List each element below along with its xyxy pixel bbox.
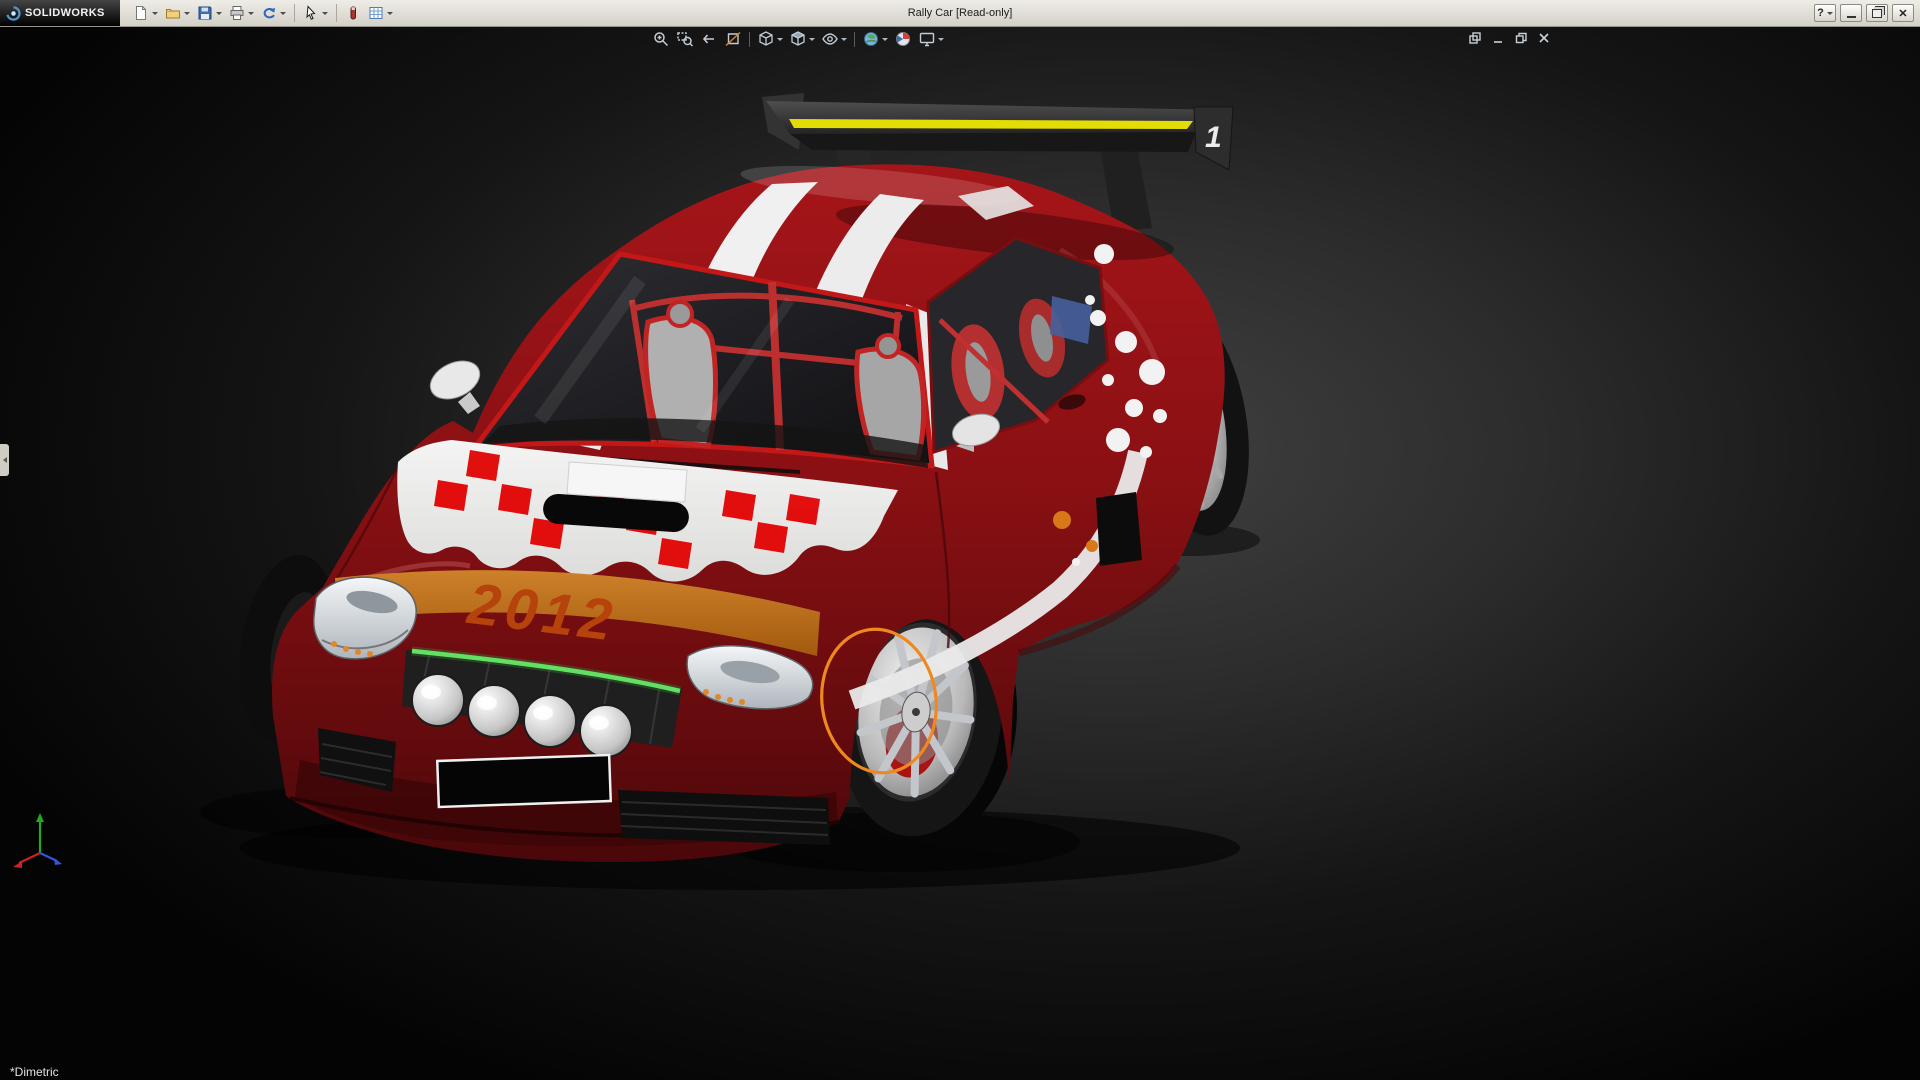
print-icon: [229, 5, 245, 21]
minimize-button[interactable]: [1840, 4, 1862, 22]
document-title-text: Rally Car [Read-only]: [908, 7, 1013, 19]
main-toolbar: [130, 3, 396, 23]
view-settings-icon: [918, 30, 936, 48]
close-icon: ✕: [1898, 7, 1907, 20]
close-button[interactable]: ✕: [1892, 4, 1914, 22]
options-sheet-icon: [368, 5, 384, 21]
dropdown-arrow-icon[interactable]: [248, 12, 254, 15]
previous-view-icon: [700, 30, 718, 48]
collapse-arrow-icon: [3, 457, 7, 463]
hide-show-items-button[interactable]: [819, 29, 849, 49]
dropdown-arrow-icon[interactable]: [882, 38, 888, 41]
help-label: ?: [1817, 7, 1824, 19]
toolbar-separator: [854, 32, 855, 47]
minimize-icon: [1847, 9, 1856, 18]
dropdown-arrow-icon[interactable]: [387, 12, 393, 15]
zoom-to-fit-icon: [652, 30, 670, 48]
title-bar: SOLIDWORKS: [0, 0, 1920, 27]
coordinate-triad: [13, 813, 62, 868]
close-document-button[interactable]: [1537, 31, 1551, 48]
apply-scene-button[interactable]: [860, 29, 890, 49]
toolbar-separator: [294, 4, 295, 22]
save-button[interactable]: [194, 3, 225, 23]
side-vent: [1096, 492, 1142, 566]
new-document-icon: [133, 5, 149, 21]
toolbar-separator: [749, 32, 750, 47]
dropdown-arrow-icon[interactable]: [216, 12, 222, 15]
dropdown-arrow-icon[interactable]: [809, 38, 815, 41]
section-view-icon: [724, 30, 742, 48]
print-button[interactable]: [226, 3, 257, 23]
apply-scene-icon: [862, 30, 880, 48]
open-button[interactable]: [162, 3, 193, 23]
dropdown-arrow-icon[interactable]: [322, 12, 328, 15]
tile-windows-button[interactable]: [1468, 31, 1482, 48]
headsup-view-toolbar: [650, 29, 946, 49]
previous-view-button[interactable]: [698, 29, 720, 49]
save-icon: [197, 5, 213, 21]
select-cursor-icon: [303, 5, 319, 21]
dropdown-arrow-icon[interactable]: [280, 12, 286, 15]
zoom-to-fit-button[interactable]: [650, 29, 672, 49]
dropdown-arrow-icon[interactable]: [777, 38, 783, 41]
zoom-to-area-icon: [676, 30, 694, 48]
undo-icon: [261, 5, 277, 21]
section-view-button[interactable]: [722, 29, 744, 49]
edit-appearance-button[interactable]: [342, 3, 364, 23]
display-style-icon: [789, 30, 807, 48]
wing-number: 1: [1205, 121, 1222, 154]
restore-button[interactable]: [1866, 4, 1888, 22]
graphics-viewport[interactable]: 1: [0, 26, 1920, 1080]
license-plate: [437, 755, 611, 807]
view-settings-button[interactable]: [916, 29, 946, 49]
options-sheet-button[interactable]: [365, 3, 396, 23]
minimize-document-button[interactable]: [1491, 31, 1505, 48]
minimize-document-icon: [1491, 31, 1505, 45]
help-button[interactable]: ?: [1814, 4, 1836, 22]
edit-appearance-headsup-button[interactable]: [892, 29, 914, 49]
undo-button[interactable]: [258, 3, 289, 23]
view-orientation-button[interactable]: [755, 29, 785, 49]
dropdown-arrow-icon[interactable]: [841, 38, 847, 41]
tile-windows-icon: [1468, 31, 1482, 45]
view-orientation-icon: [757, 30, 775, 48]
3d-model-scene[interactable]: 1: [0, 26, 1920, 1080]
document-window-controls: [1468, 31, 1551, 48]
restore-icon: [1872, 9, 1882, 18]
close-document-icon: [1537, 31, 1551, 45]
restore-document-icon: [1514, 31, 1528, 45]
solidworks-logo: SOLIDWORKS: [0, 0, 120, 26]
dropdown-arrow-icon[interactable]: [938, 38, 944, 41]
select-button[interactable]: [300, 3, 331, 23]
zoom-to-area-button[interactable]: [674, 29, 696, 49]
open-folder-icon: [165, 5, 181, 21]
toolbar-separator: [336, 4, 337, 22]
dropdown-arrow-icon[interactable]: [152, 12, 158, 15]
edit-appearance-icon: [894, 30, 912, 48]
hide-show-items-icon: [821, 30, 839, 48]
window-controls: ? ✕: [1814, 4, 1920, 22]
dropdown-arrow-icon[interactable]: [1827, 12, 1833, 15]
new-document-button[interactable]: [130, 3, 161, 23]
orientation-label: *Dimetric: [10, 1065, 59, 1079]
app-name: SOLIDWORKS: [25, 7, 105, 19]
restore-document-button[interactable]: [1514, 31, 1528, 48]
dropdown-arrow-icon[interactable]: [184, 12, 190, 15]
3ds-swirl-icon: [6, 6, 21, 21]
appearance-icon: [345, 5, 361, 21]
collapse-panel-tab[interactable]: [0, 444, 9, 476]
display-style-button[interactable]: [787, 29, 817, 49]
